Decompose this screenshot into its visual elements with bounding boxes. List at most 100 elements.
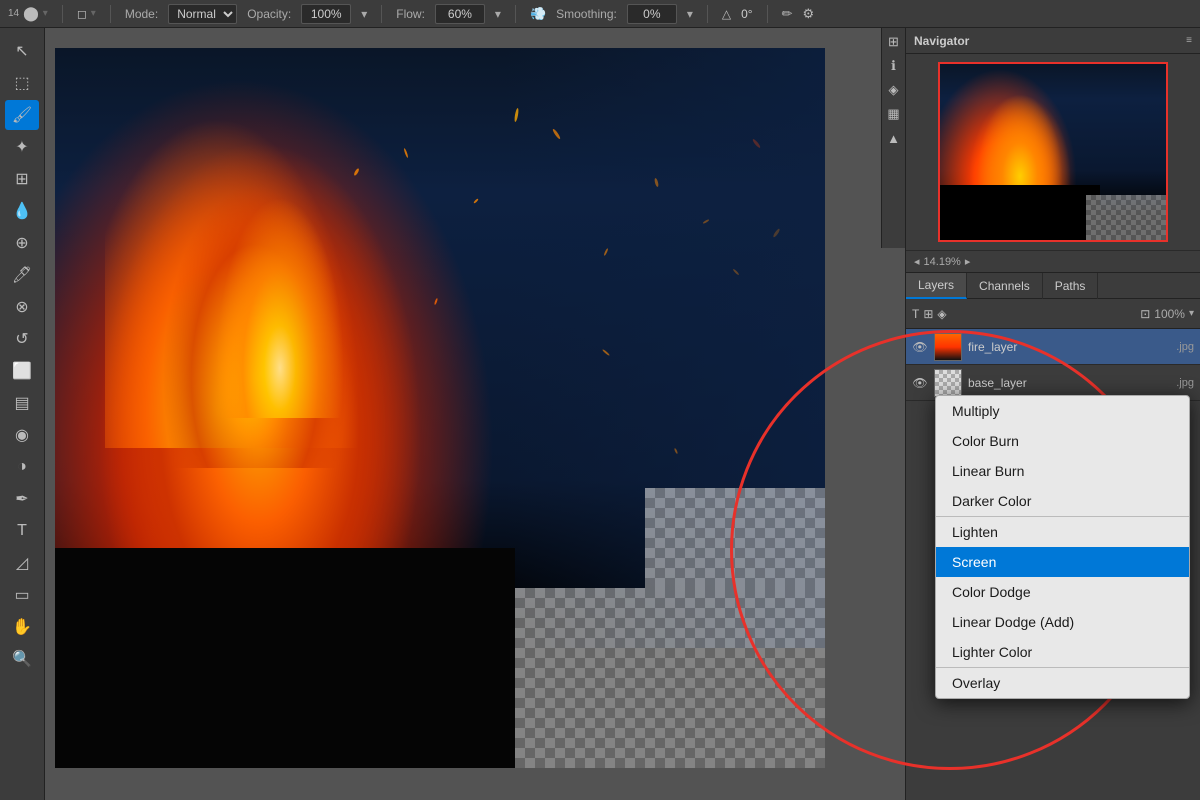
divider-6: [767, 5, 768, 23]
spark: [353, 168, 360, 176]
blend-item-color-dodge[interactable]: Color Dodge: [936, 577, 1189, 607]
smoothing-dropdown[interactable]: ▾: [687, 7, 693, 21]
spark: [473, 198, 479, 204]
lasso-tool[interactable]: 🖌: [5, 100, 39, 130]
navigator-title: Navigator: [914, 34, 969, 48]
divider-5: [707, 5, 708, 23]
brush-tool[interactable]: 🖊: [5, 260, 39, 290]
blend-item-overlay[interactable]: Overlay: [936, 667, 1189, 698]
pressure-icon[interactable]: ✏: [782, 6, 793, 22]
pen-tool[interactable]: ✒: [5, 484, 39, 514]
layers-panel: Layers Channels Paths T ⊞ ◈ ⊡ 100% ▾ 👁 f…: [906, 273, 1200, 401]
tab-channels[interactable]: Channels: [967, 273, 1043, 299]
blend-item-color-burn[interactable]: Color Burn: [936, 426, 1189, 456]
blur-tool[interactable]: ◉: [5, 420, 39, 450]
smoothing-input[interactable]: 0%: [627, 4, 677, 24]
hand-tool[interactable]: ✋: [5, 612, 39, 642]
nav-checker: [1086, 195, 1166, 240]
transparency-checker-upper: [645, 488, 825, 588]
layer-thumbnail-base: [934, 369, 962, 397]
blend-item-linear-burn[interactable]: Linear Burn: [936, 456, 1189, 486]
spark: [434, 298, 438, 305]
angle-icon: △: [722, 7, 731, 21]
left-tool-panel: ↖ ⬚ 🖌 ✦ ⊞ 💧 ⊕ 🖊 ⊗ ↺ ⬜ ▤ ◉ ◑ ✒ T ◿ ▭ ✋ 🔍: [0, 28, 45, 800]
mini-color-icon[interactable]: ◈: [884, 80, 904, 100]
mini-toolbar: ⊞ ℹ ◈ ▦ ▲: [881, 28, 905, 248]
symmetry-icon[interactable]: ⚙: [802, 6, 814, 22]
mini-info-icon[interactable]: ℹ: [884, 56, 904, 76]
nav-image-container: [938, 62, 1168, 242]
blend-item-lighter-color[interactable]: Lighter Color: [936, 637, 1189, 667]
airbrush-icon[interactable]: 💨: [530, 6, 546, 22]
eyedropper-tool[interactable]: 💧: [5, 196, 39, 226]
divider-2: [110, 5, 111, 23]
history-brush-tool[interactable]: ↺: [5, 324, 39, 354]
zoom-value: 14.19%: [924, 256, 961, 268]
zoom-info: ◂ 14.19% ▸: [906, 250, 1200, 272]
move-tool[interactable]: ↖: [5, 36, 39, 66]
main-toolbar: 14 ⬤ ▾ ◻ ▾ Mode: Normal Opacity: 100% ▾ …: [0, 0, 1200, 28]
navigator-collapse[interactable]: ≡: [1186, 35, 1192, 46]
canvas-area: [45, 28, 905, 800]
blend-mode-menu: Multiply Color Burn Linear Burn Darker C…: [935, 395, 1190, 699]
marquee-tool[interactable]: ⬚: [5, 68, 39, 98]
layer-eye-icon-base[interactable]: 👁: [912, 376, 928, 390]
tab-paths[interactable]: Paths: [1043, 273, 1099, 299]
opacity-dropdown-arrow[interactable]: ▾: [1189, 308, 1194, 319]
magic-wand-tool[interactable]: ✦: [5, 132, 39, 162]
blend-item-multiply[interactable]: Multiply: [936, 396, 1189, 426]
mini-swatches-icon[interactable]: ▦: [884, 104, 904, 124]
crop-tool[interactable]: ⊞: [5, 164, 39, 194]
blend-item-darker-color[interactable]: Darker Color: [936, 486, 1189, 516]
navigator-header: Navigator ≡: [906, 28, 1200, 54]
blend-item-lighten[interactable]: Lighten: [936, 516, 1189, 547]
brush-icon: ⬤: [23, 5, 39, 22]
path-tool[interactable]: ◿: [5, 548, 39, 578]
layer-eye-icon[interactable]: 👁: [912, 340, 928, 354]
type-tool[interactable]: T: [5, 516, 39, 546]
brush-style-icon: ◻: [77, 7, 87, 21]
nav-image: [940, 64, 1166, 240]
layer-ext-base: .jpg: [1176, 377, 1194, 389]
tab-layers[interactable]: Layers: [906, 273, 967, 299]
layer-name-fire: fire_layer: [968, 340, 1170, 354]
blend-item-screen[interactable]: Screen: [936, 547, 1189, 577]
zoom-tool[interactable]: 🔍: [5, 644, 39, 674]
layer-item-fire[interactable]: 👁 fire_layer .jpg: [906, 329, 1200, 365]
dodge-tool[interactable]: ◑: [5, 452, 39, 482]
layer-extra-icon: ⊡: [1140, 307, 1150, 321]
shape-tool[interactable]: ▭: [5, 580, 39, 610]
nav-fire3: [970, 80, 1070, 200]
mode-select[interactable]: Normal: [168, 4, 237, 24]
mini-adjust-icon[interactable]: ▲: [884, 128, 904, 148]
navigator-panel: Navigator ≡ ◂ 14.19% ▸: [906, 28, 1200, 273]
brush-size-number: 14: [8, 8, 19, 19]
opacity-input[interactable]: 100%: [301, 4, 351, 24]
brush-dropdown-icon[interactable]: ▾: [43, 8, 48, 19]
smoothing-label: Smoothing:: [556, 7, 617, 21]
zoom-up-arrow[interactable]: ▸: [965, 255, 971, 268]
divider-4: [515, 5, 516, 23]
flow-input[interactable]: 60%: [435, 4, 485, 24]
blend-item-linear-dodge[interactable]: Linear Dodge (Add): [936, 607, 1189, 637]
layer-move-icon: ⊞: [923, 307, 933, 321]
opacity-dropdown[interactable]: ▾: [361, 7, 367, 21]
brush-size-control: 14 ⬤ ▾: [8, 5, 48, 22]
layer-vector-icon: ◈: [937, 307, 946, 321]
divider-1: [62, 5, 63, 23]
layers-list: 👁 fire_layer .jpg 👁 base_layer .jpg: [906, 329, 1200, 401]
gradient-tool[interactable]: ▤: [5, 388, 39, 418]
opacity-percent: 100%: [1154, 307, 1185, 321]
transparency-checker-main: [515, 588, 825, 768]
flow-dropdown[interactable]: ▾: [495, 7, 501, 21]
mini-navigator-icon[interactable]: ⊞: [884, 32, 904, 52]
clone-stamp-tool[interactable]: ⊗: [5, 292, 39, 322]
canvas-image[interactable]: [55, 48, 825, 768]
eraser-tool[interactable]: ⬜: [5, 356, 39, 386]
navigator-preview: [906, 54, 1200, 250]
zoom-down-arrow[interactable]: ◂: [914, 255, 920, 268]
layer-lock-icon: T: [912, 307, 919, 321]
brush-type-icon: ◻ ▾: [77, 7, 96, 21]
spot-heal-tool[interactable]: ⊕: [5, 228, 39, 258]
opacity-label: Opacity:: [247, 7, 291, 21]
